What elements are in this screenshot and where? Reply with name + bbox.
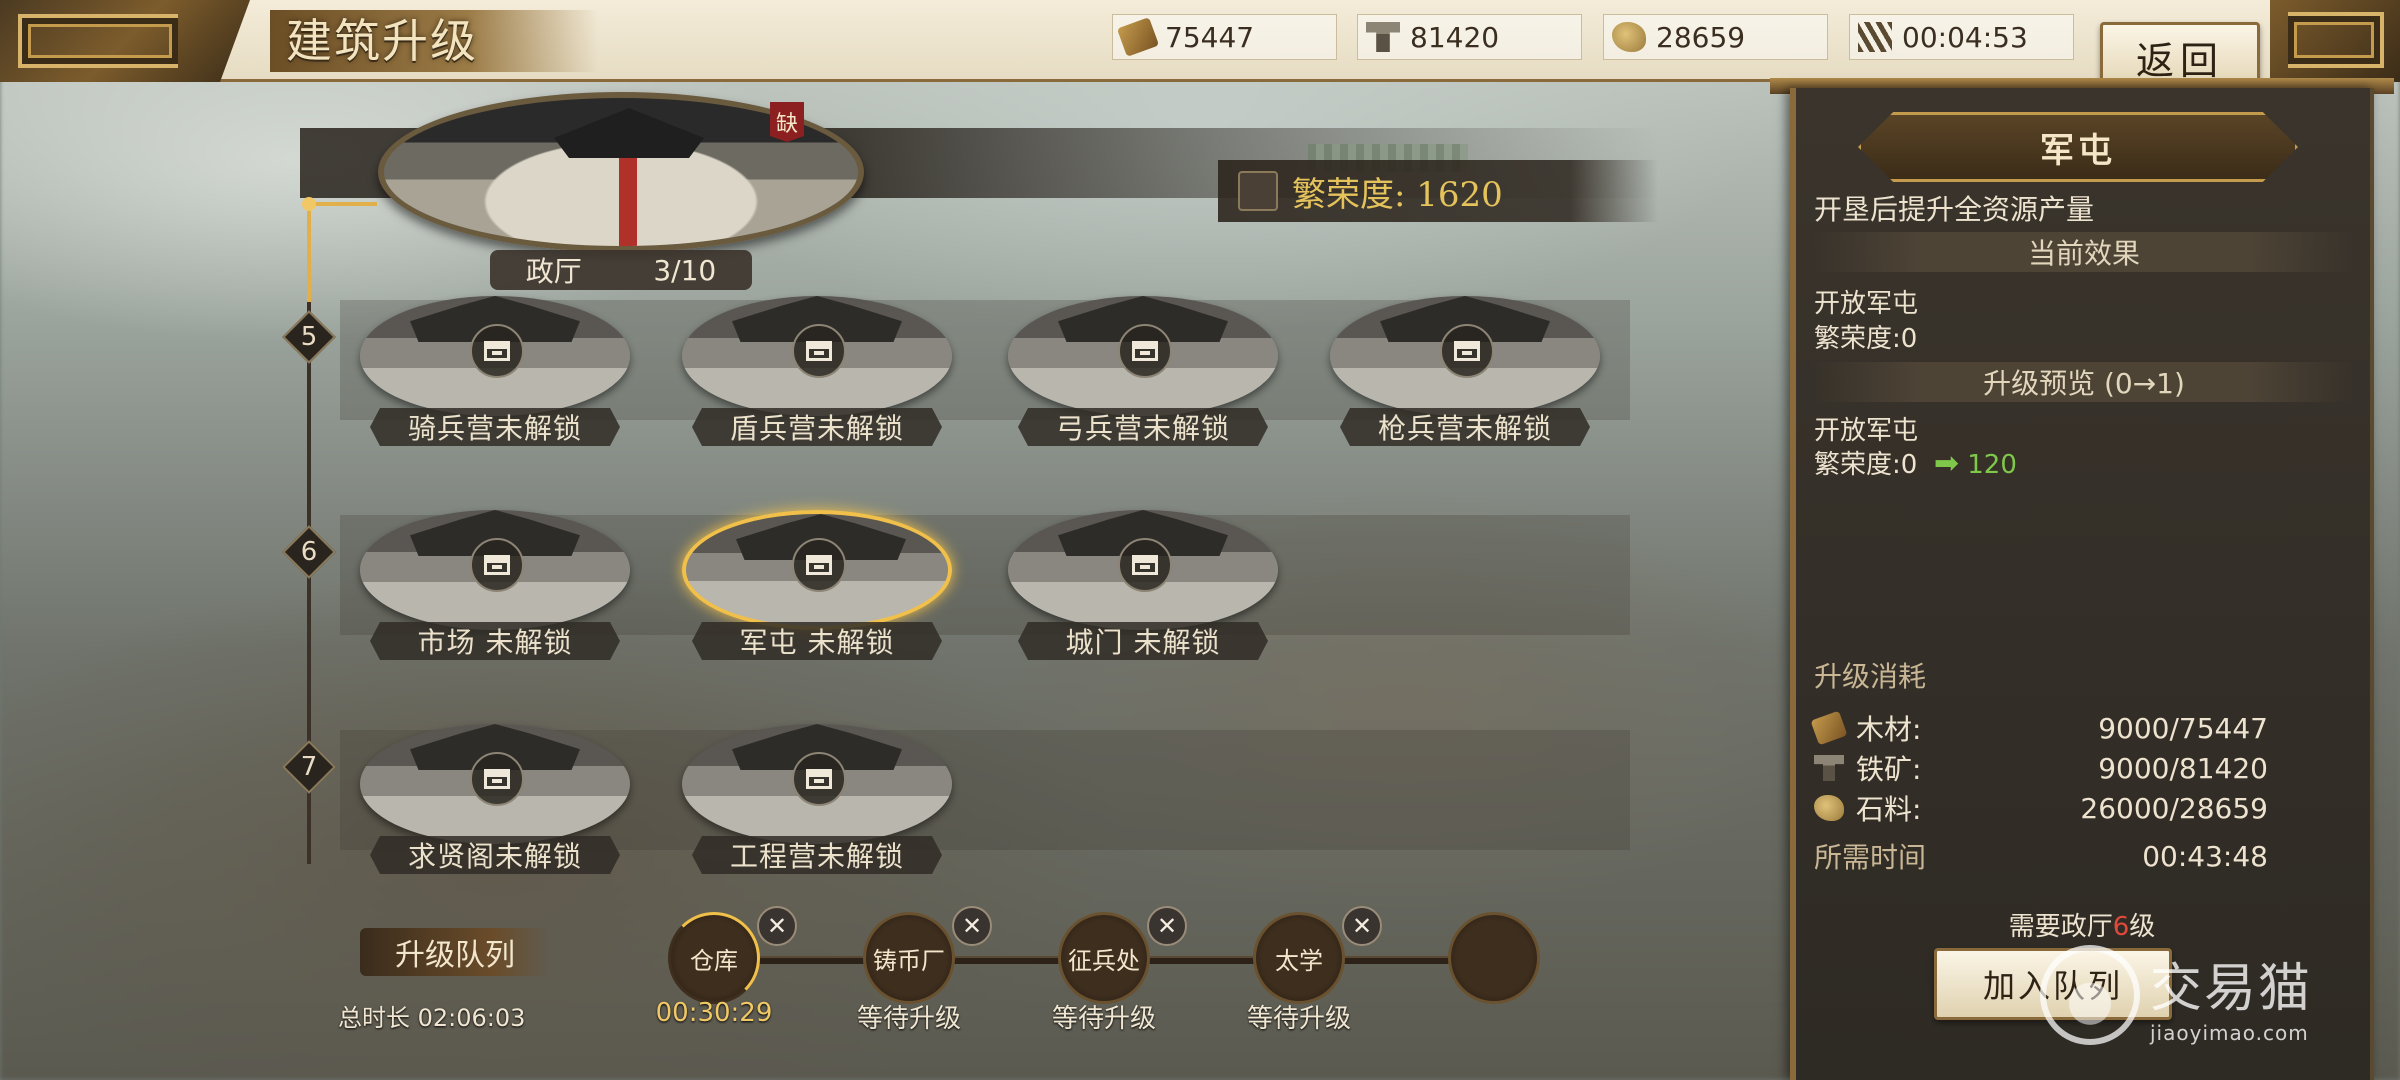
- cost-header: 升级消耗: [1814, 660, 1927, 693]
- time-value: 00:43:48: [2142, 839, 2268, 873]
- close-icon[interactable]: ✕: [1147, 906, 1187, 946]
- lock-icon: [792, 324, 846, 378]
- stone-icon: [1814, 795, 1844, 821]
- preview-current-value: 繁荣度:0: [1814, 450, 1918, 480]
- queue-item-status: 等待升级: [1246, 1004, 1351, 1034]
- hourglass-icon: [1858, 22, 1892, 52]
- queue-item-status: 00:30:29: [655, 998, 773, 1028]
- cost-row-stone: 石料: 26000/28659: [1814, 788, 2268, 828]
- lock-icon: [470, 324, 524, 378]
- building-name: 城门 未解锁: [1018, 622, 1268, 660]
- timer-resource: 00:04:53: [1849, 14, 2074, 60]
- cost-value: 9000/75447: [2098, 711, 2268, 745]
- iron-amount: 81420: [1410, 20, 1500, 54]
- cost-label: 石料:: [1856, 793, 1922, 826]
- stone-amount: 28659: [1656, 20, 1746, 54]
- queue-item[interactable]: 太学: [1253, 912, 1345, 1004]
- building-name: 骑兵营未解锁: [370, 408, 620, 446]
- timer-value: 00:04:53: [1902, 20, 2028, 54]
- wood-icon: [1810, 710, 1848, 746]
- required-time-row: 所需时间 00:43:48: [1814, 836, 2268, 876]
- lock-icon: [470, 538, 524, 592]
- building-name: 军屯 未解锁: [692, 622, 942, 660]
- panel-building-name: 军屯: [1858, 112, 2298, 182]
- building-shield-camp[interactable]: 盾兵营未解锁: [682, 296, 952, 446]
- wood-icon: [1116, 17, 1160, 57]
- lock-icon: [1118, 538, 1172, 592]
- stone-resource: 28659: [1603, 14, 1828, 60]
- close-icon[interactable]: ✕: [1342, 906, 1382, 946]
- left-corner-ornament: [0, 0, 250, 82]
- watermark-cn: 交易猫: [2150, 958, 2313, 1019]
- building-archer-camp[interactable]: 弓兵营未解锁: [1008, 296, 1278, 446]
- building-talent-pavilion[interactable]: 求贤阁未解锁: [360, 724, 630, 874]
- top-bar: 建筑升级 75447 81420 28659 00:04:53: [0, 0, 2400, 82]
- prosperity-value: 繁荣度: 1620: [1292, 174, 1503, 215]
- lock-icon: [792, 538, 846, 592]
- building-name: 枪兵营未解锁: [1340, 408, 1590, 446]
- cost-label: 木材:: [1856, 713, 1922, 746]
- building-name: 盾兵营未解锁: [692, 408, 942, 446]
- lock-icon: [1440, 324, 1494, 378]
- building-market[interactable]: 市场 未解锁: [360, 510, 630, 660]
- lock-icon: [1118, 324, 1172, 378]
- current-effect-line: 繁荣度:0: [1814, 324, 1918, 354]
- queue-total-time: 总时长 02:06:03: [338, 1004, 526, 1032]
- avatar: [1238, 171, 1278, 211]
- queue-item[interactable]: 铸币厂: [863, 912, 955, 1004]
- queue-item[interactable]: 仓库: [668, 912, 760, 1004]
- cost-value: 9000/81420: [2098, 751, 2268, 785]
- watermark-en: jiaoyimao.com: [2150, 1020, 2309, 1045]
- preview-line: 开放军屯: [1814, 416, 1919, 446]
- stone-icon: [1612, 22, 1646, 52]
- hall-level: 3/10: [653, 253, 717, 287]
- missing-flag-badge: 缺: [770, 102, 804, 142]
- cat-logo-icon: [2040, 945, 2140, 1045]
- building-name: 市场 未解锁: [370, 622, 620, 660]
- time-label: 所需时间: [1814, 841, 1927, 874]
- preview-line: 繁荣度:0 ➡ 120: [1814, 444, 2017, 481]
- lock-icon: [470, 752, 524, 806]
- close-icon[interactable]: ✕: [952, 906, 992, 946]
- building-cavalry-camp[interactable]: 骑兵营未解锁: [360, 296, 630, 446]
- prosperity-banner: 繁荣度: 1620: [1218, 160, 1658, 222]
- watermark: 交易猫 jiaoyimao.com: [2040, 935, 2380, 1055]
- queue-item[interactable]: 征兵处: [1058, 912, 1150, 1004]
- building-name: 求贤阁未解锁: [370, 836, 620, 874]
- iron-icon: [1366, 22, 1400, 52]
- hall-name: 政厅: [525, 255, 582, 288]
- panel-description: 开垦后提升全资源产量: [1814, 193, 2095, 226]
- upgrade-preview-header: 升级预览 (0→1): [1814, 362, 2354, 402]
- tree-connector-vertical: [307, 202, 311, 302]
- hall-label: 政厅 3/10: [490, 250, 752, 290]
- iron-icon: [1814, 755, 1844, 781]
- preview-next-value: 120: [1967, 450, 2017, 480]
- arrow-right-icon: ➡: [1933, 446, 1959, 481]
- building-name: 工程营未解锁: [692, 836, 942, 874]
- cost-label: 铁矿:: [1856, 753, 1922, 786]
- building-military-farm[interactable]: 军屯 未解锁: [682, 510, 952, 660]
- building-spear-camp[interactable]: 枪兵营未解锁: [1330, 296, 1600, 446]
- right-corner-ornament: [2270, 0, 2400, 82]
- lock-icon: [792, 752, 846, 806]
- current-effect-header: 当前效果: [1814, 232, 2354, 272]
- iron-resource: 81420: [1357, 14, 1582, 60]
- queue-title: 升级队列: [360, 928, 550, 976]
- queue-item-status: 等待升级: [856, 1004, 961, 1034]
- queue-item-status: 等待升级: [1051, 1004, 1156, 1034]
- tree-node-dot: [302, 197, 316, 211]
- building-name: 弓兵营未解锁: [1018, 408, 1268, 446]
- wood-amount: 75447: [1165, 20, 1255, 54]
- building-city-gate[interactable]: 城门 未解锁: [1008, 510, 1278, 660]
- cost-row-wood: 木材: 9000/75447: [1810, 708, 2268, 748]
- wood-resource: 75447: [1112, 14, 1337, 60]
- building-engineering-camp[interactable]: 工程营未解锁: [682, 724, 952, 874]
- close-icon[interactable]: ✕: [757, 906, 797, 946]
- page-title: 建筑升级: [270, 10, 598, 72]
- cost-row-iron: 铁矿: 9000/81420: [1814, 748, 2268, 788]
- current-effect-line: 开放军屯: [1814, 289, 1919, 319]
- empty-queue-slot[interactable]: [1448, 912, 1540, 1004]
- tree-connector: [307, 202, 377, 206]
- cost-value: 26000/28659: [2080, 791, 2268, 825]
